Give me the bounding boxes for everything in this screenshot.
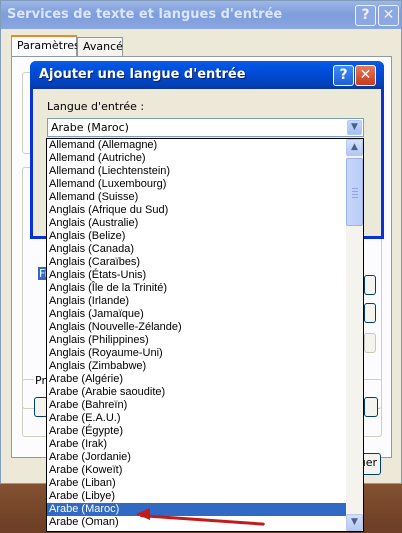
dropdown-scrollbar[interactable]: ▲ ▼ [346, 139, 363, 531]
annotation-arrow-icon [136, 508, 150, 520]
language-dropdown-list[interactable]: Allemand (Allemagne) Allemand (Autriche) A… [46, 138, 364, 532]
outer-window-title: Services de texte et langues d'entrée [1, 1, 401, 29]
list-item[interactable]: Allemand (Liechtenstein) [47, 165, 346, 178]
scroll-thumb[interactable] [346, 158, 363, 226]
outer-close-button[interactable]: ✕ [378, 5, 399, 26]
list-item[interactable]: Anglais (Canada) [47, 243, 346, 256]
list-item[interactable]: Arabe (E.A.U.) [47, 412, 346, 425]
close-icon: ✕ [359, 67, 372, 83]
dialog-close-button[interactable]: ✕ [355, 65, 376, 86]
list-item[interactable]: Anglais (Nouvelle-Zélande) [47, 321, 346, 334]
list-item[interactable]: Allemand (Allemagne) [47, 139, 346, 152]
scroll-up-button[interactable]: ▲ [346, 139, 363, 156]
list-item[interactable]: Anglais (Philippines) [47, 334, 346, 347]
list-item[interactable]: Anglais (Jamaïque) [47, 308, 346, 321]
remove-button-partial[interactable] [364, 303, 376, 323]
input-language-combobox[interactable]: Arabe (Maroc) ▼ [47, 118, 364, 137]
add-button-partial[interactable] [364, 275, 376, 295]
list-item[interactable]: Arabe (Liban) [47, 477, 346, 490]
list-item[interactable]: Arabe (Irak) [47, 438, 346, 451]
list-item[interactable]: Anglais (Zimbabwe) [47, 360, 346, 373]
list-item[interactable]: Arabe (Algérie) [47, 373, 346, 386]
list-item[interactable]: Allemand (Autriche) [47, 152, 346, 165]
help-icon: ? [339, 67, 348, 83]
key-settings-button-partial[interactable] [364, 397, 378, 417]
list-item-selected[interactable]: Arabe (Maroc) [47, 503, 346, 516]
properties-button-partial[interactable] [364, 333, 376, 353]
list-item[interactable]: Allemand (Suisse) [47, 191, 346, 204]
list-item[interactable]: Anglais (Royaume-Uni) [47, 347, 346, 360]
list-item[interactable]: Arabe (Koweït) [47, 464, 346, 477]
list-item[interactable]: Anglais (Île de la Trinité) [47, 282, 346, 295]
list-item[interactable]: Anglais (Belize) [47, 230, 346, 243]
tab-parametres[interactable]: Paramètres [11, 35, 80, 56]
dialog-help-button[interactable]: ? [333, 65, 354, 86]
list-item[interactable]: Allemand (Luxembourg) [47, 178, 346, 191]
list-item[interactable]: Arabe (Jordanie) [47, 451, 346, 464]
list-item[interactable]: Arabe (Arabie saoudite) [47, 386, 346, 399]
list-item[interactable]: Anglais (Irlande) [47, 295, 346, 308]
tab-avance[interactable]: Avancé [77, 37, 123, 56]
list-item[interactable]: Arabe (Égypte) [47, 425, 346, 438]
list-item[interactable]: Anglais (Australie) [47, 217, 346, 230]
dialog-title: Ajouter une langue d'entrée [30, 61, 384, 89]
list-item[interactable]: Anglais (Caraïbes) [47, 256, 346, 269]
language-options: Allemand (Allemagne) Allemand (Autriche) A… [47, 139, 346, 529]
input-language-label: Langue d'entrée : [47, 100, 145, 113]
chevron-down-icon[interactable]: ▼ [347, 120, 362, 135]
help-icon: ? [361, 7, 370, 23]
list-item[interactable]: Arabe (Libye) [47, 490, 346, 503]
list-item[interactable]: Anglais (Afrique du Sud) [47, 204, 346, 217]
combobox-value: Arabe (Maroc) [51, 121, 129, 134]
scroll-down-button[interactable]: ▼ [346, 514, 363, 531]
list-item[interactable]: Anglais (États-Unis) [47, 269, 346, 282]
list-item[interactable]: Arabe (Bahreïn) [47, 399, 346, 412]
close-icon: ✕ [382, 7, 395, 23]
outer-help-button[interactable]: ? [355, 5, 376, 26]
